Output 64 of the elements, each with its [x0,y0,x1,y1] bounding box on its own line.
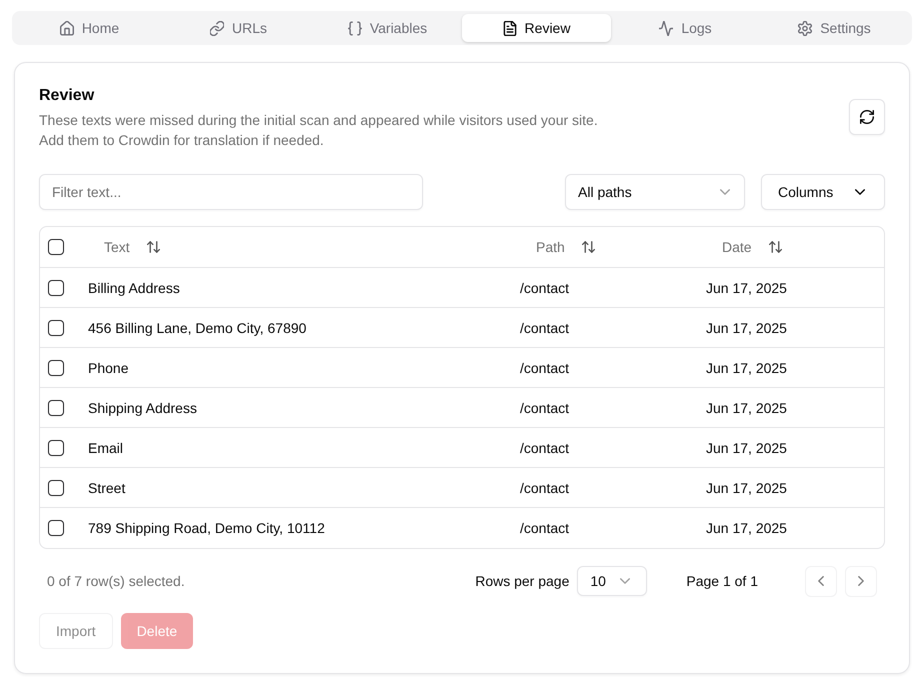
path-cell: /contact [520,280,570,296]
path-select[interactable]: All paths [565,174,745,210]
text-cell: Phone [88,360,128,376]
select-all-checkbox[interactable] [48,239,64,255]
row-checkbox[interactable] [48,520,64,536]
date-cell: Jun 17, 2025 [706,320,787,336]
text-cell: Billing Address [88,280,180,296]
chevron-left-icon [818,576,824,586]
panel-title: Review [39,86,96,106]
date-cell: Jun 17, 2025 [706,280,787,296]
row-checkbox[interactable] [48,320,64,336]
tab[interactable]: Logs [611,14,760,42]
text-cell: 456 Billing Lane, Demo City, 67890 [88,320,306,336]
date-cell: Jun 17, 2025 [706,520,787,536]
text-cell: Shipping Address [88,400,197,416]
path-cell: /contact [520,480,570,496]
row-checkbox[interactable] [48,440,64,456]
refresh-icon [860,110,874,124]
sort-icon [582,241,595,253]
text-cell: Email [88,440,124,456]
document-icon [502,20,517,36]
filter-field[interactable]: Filter text... [39,174,423,210]
path-cell: /contact [520,440,570,456]
text-cell: 789 Shipping Road, Demo City, 10112 [88,520,325,536]
tab[interactable]: Variables [313,14,462,42]
column-header[interactable]: Date [706,231,798,263]
pulse-icon [659,20,674,36]
selection-count: 0 of 7 row(s) selected. [47,573,186,589]
sort-icon [146,241,160,253]
column-header[interactable]: Path [520,231,611,263]
row-checkbox[interactable] [48,280,64,296]
settings-icon [798,20,812,36]
chevron-down-icon [620,578,630,584]
date-cell: Jun 17, 2025 [706,400,787,416]
sort-icon [768,241,782,253]
tab[interactable]: Home [15,14,164,42]
path-cell: /contact [520,520,570,536]
home-icon [60,20,74,36]
rows-per-page-label: Rows per page [475,573,570,589]
path-cell: /contact [520,400,570,416]
description-line: These texts were missed during the initial scan and appeared while visitors used your site. [39,111,598,130]
braces-icon [348,20,362,36]
refresh-button[interactable] [849,99,885,135]
date-cell: Jun 17, 2025 [706,360,787,376]
chevron-down-icon [720,189,730,195]
text-cell: Street [88,480,126,496]
chevron-right-icon [858,576,864,586]
columns-button[interactable]: Columns [761,174,885,210]
row-checkbox[interactable] [48,360,64,376]
row-checkbox[interactable] [48,400,64,416]
row-checkbox[interactable] [48,480,64,496]
chevron-down-icon [855,189,865,195]
page-indicator: Page 1 of 1 [686,573,758,589]
link-icon [210,20,224,36]
date-cell: Jun 17, 2025 [706,440,787,456]
tab[interactable]: Review [462,14,611,42]
path-cell: /contact [520,320,570,336]
date-cell: Jun 17, 2025 [706,480,787,496]
tab[interactable]: Settings [760,14,909,42]
description-line: Add them to Crowdin for translation if needed. [39,131,325,150]
column-header[interactable]: Text [88,231,176,263]
rows-per-page-select[interactable]: 10 [577,566,648,596]
tab[interactable]: URLs [164,14,313,42]
path-cell: /contact [520,360,570,376]
